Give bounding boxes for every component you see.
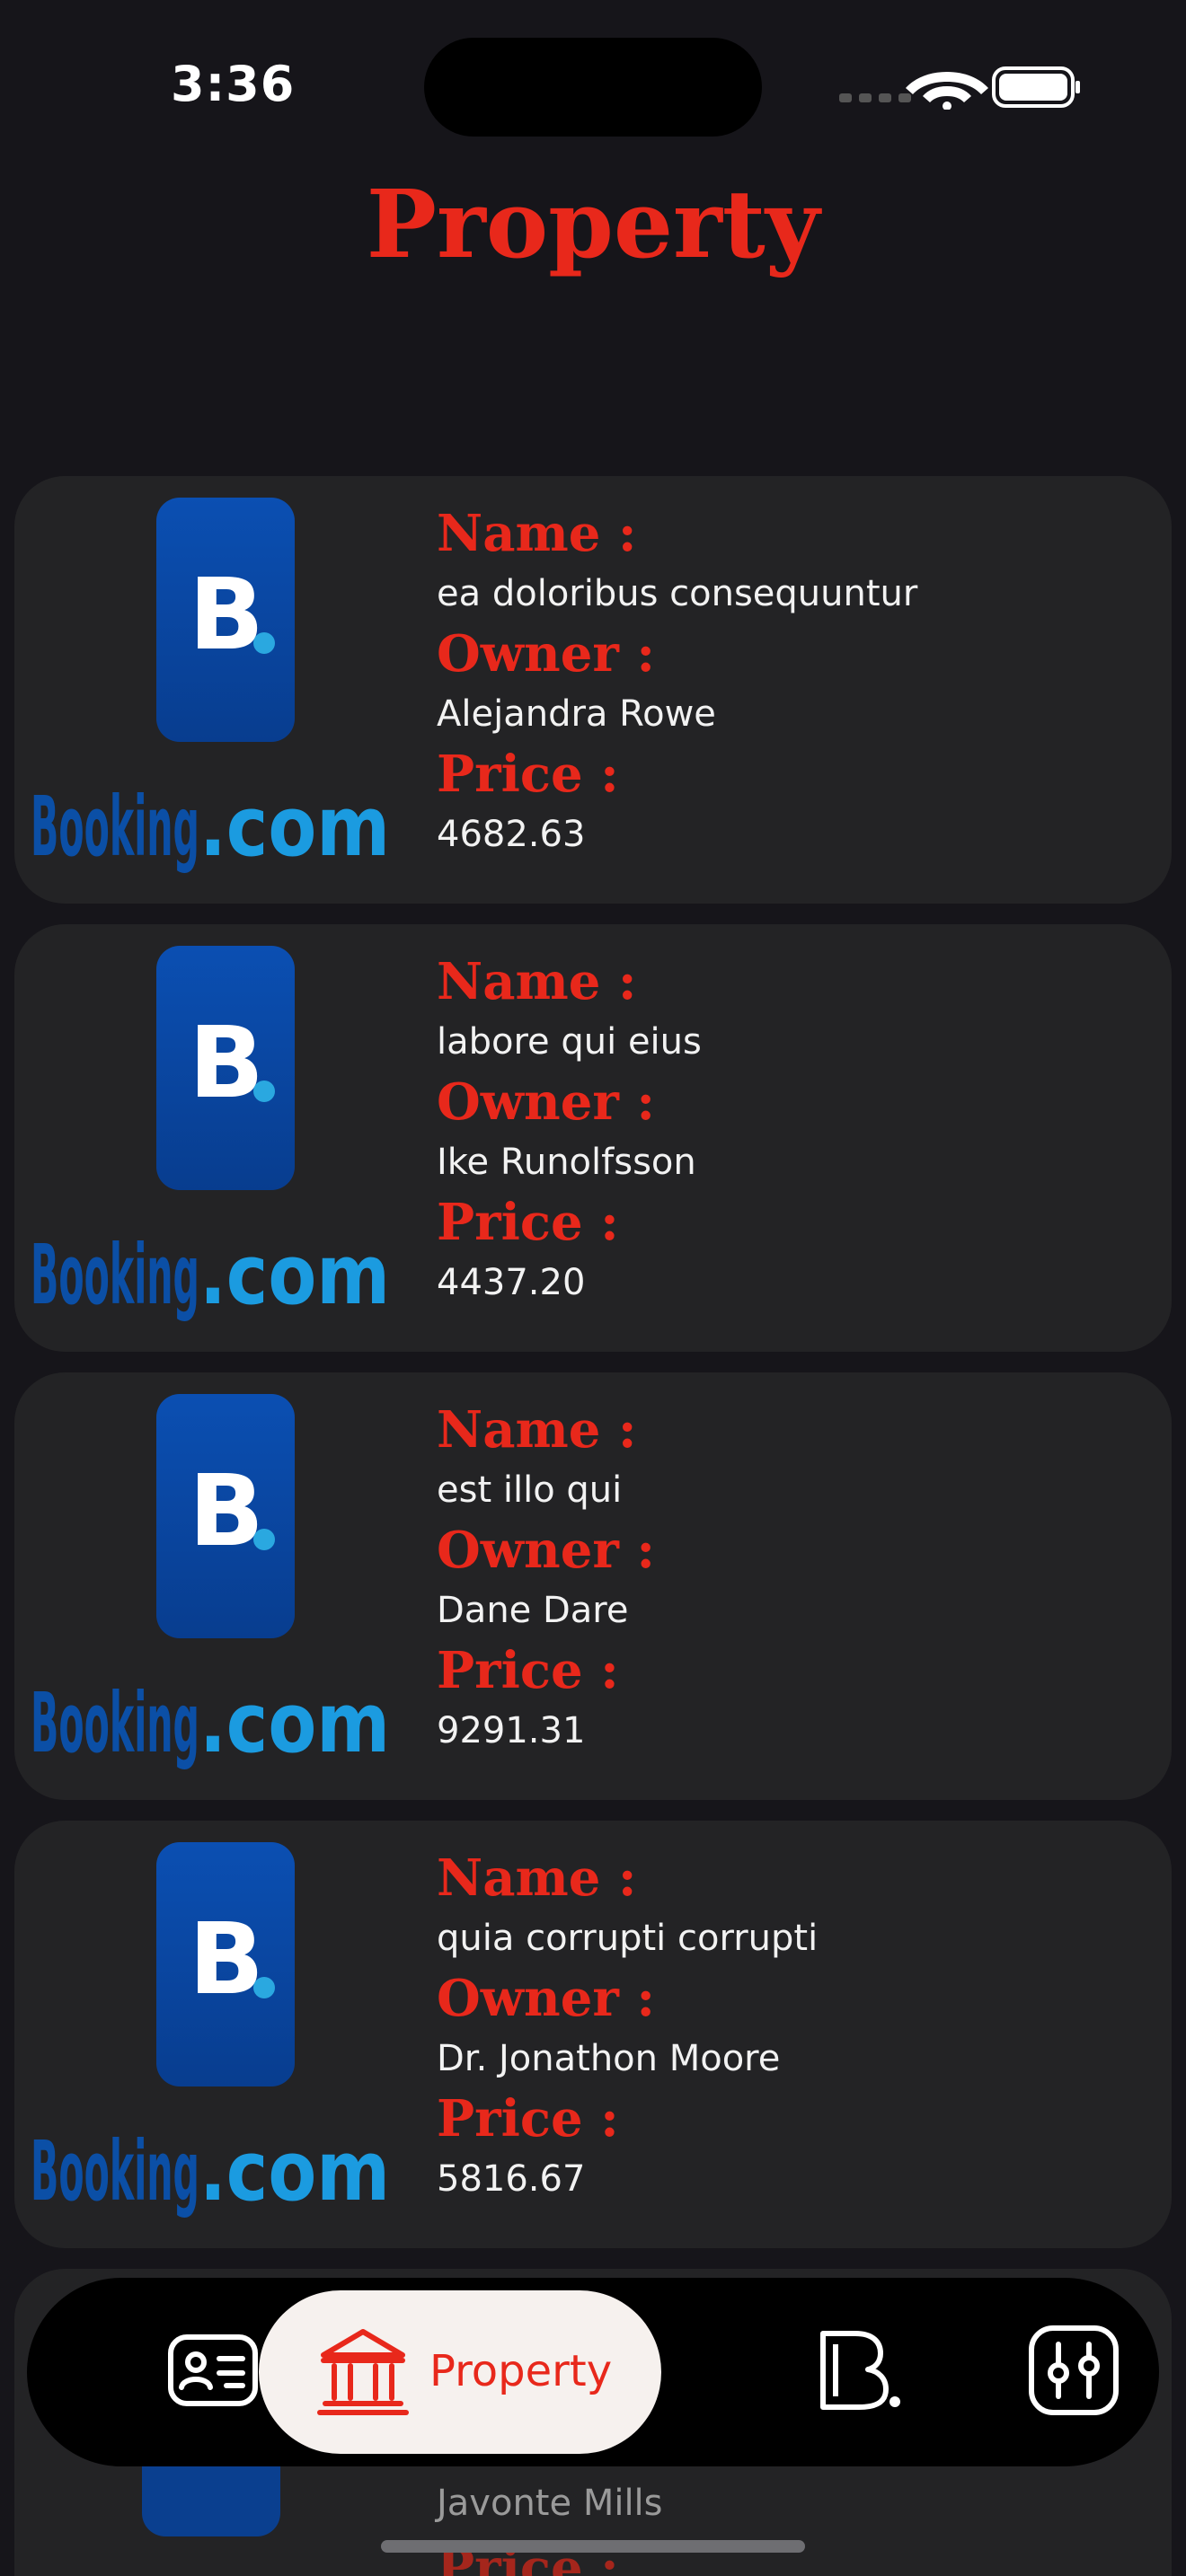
owner-label: Owner : bbox=[437, 1969, 656, 2028]
cellular-signal-icon bbox=[839, 93, 911, 102]
svg-text:Booking: Booking bbox=[31, 779, 199, 875]
property-price: 4682.63 bbox=[437, 814, 586, 855]
name-label: Name : bbox=[437, 952, 637, 1011]
home-indicator bbox=[381, 2540, 805, 2553]
property-price: 4437.20 bbox=[437, 1262, 586, 1303]
property-owner: Dane Dare bbox=[437, 1590, 629, 1631]
property-owner: Dr. Jonathon Moore bbox=[437, 2038, 781, 2079]
price-label: Price : bbox=[437, 745, 619, 804]
status-icons bbox=[839, 65, 1082, 110]
name-label: Name : bbox=[437, 1400, 637, 1460]
status-time: 3:36 bbox=[171, 56, 296, 112]
page-title: Property bbox=[366, 169, 820, 279]
property-screen: 3:36 Property B Booking .com Name: ea d… bbox=[0, 0, 1186, 2576]
property-price: 9291.31 bbox=[437, 1710, 586, 1751]
sliders-icon bbox=[1029, 2325, 1119, 2415]
property-owner: Javonte Mills bbox=[437, 2483, 663, 2524]
svg-text:Booking: Booking bbox=[31, 1227, 199, 1323]
dynamic-island bbox=[424, 38, 762, 137]
property-card[interactable]: B Booking .com Name : ea doloribus conse… bbox=[14, 476, 1172, 904]
svg-text:B: B bbox=[189, 1901, 264, 2016]
svg-text:B: B bbox=[189, 1005, 264, 1120]
property-card[interactable]: B Booking .com Name : quia corrupti corr… bbox=[14, 1821, 1172, 2248]
bank-icon bbox=[317, 2329, 409, 2415]
property-name: quia corrupti corrupti bbox=[437, 1918, 819, 1959]
booking-logo: B Booking .com bbox=[31, 498, 390, 893]
booking-b-icon bbox=[820, 2331, 900, 2410]
svg-text:.com: .com bbox=[199, 1675, 390, 1771]
property-name: labore qui eius bbox=[437, 1021, 702, 1063]
tab-settings[interactable] bbox=[1024, 2321, 1123, 2420]
property-card[interactable]: B Booking .com Name : labore qui eius Ow… bbox=[14, 924, 1172, 1352]
property-owner: Ike Runolfsson bbox=[437, 1142, 696, 1183]
property-owner: Alejandra Rowe bbox=[437, 693, 716, 735]
owner-label: Owner : bbox=[437, 624, 656, 684]
svg-text:.com: .com bbox=[199, 2123, 390, 2219]
svg-text:.com: .com bbox=[199, 779, 390, 875]
id-card-icon bbox=[168, 2334, 258, 2406]
owner-label: Owner : bbox=[437, 1521, 656, 1580]
wifi-icon bbox=[906, 72, 988, 110]
svg-text:B: B bbox=[189, 1453, 264, 1568]
booking-logo: B Booking .com bbox=[31, 1842, 390, 2237]
property-name: ea doloribus consequuntur bbox=[437, 573, 918, 614]
price-label: Price : bbox=[437, 2089, 619, 2148]
name-label: Name : bbox=[437, 504, 637, 563]
booking-logo bbox=[142, 2461, 280, 2536]
price-label: Price : bbox=[437, 1193, 619, 1252]
tab-profile[interactable] bbox=[164, 2321, 262, 2420]
tab-bar: Property bbox=[27, 2278, 1159, 2466]
tab-property[interactable]: Property bbox=[259, 2290, 661, 2454]
booking-logo: B Booking .com bbox=[31, 1394, 390, 1789]
svg-text:Booking: Booking bbox=[31, 1675, 199, 1771]
tab-booking[interactable] bbox=[805, 2321, 904, 2420]
name-label: Name : bbox=[437, 1848, 637, 1908]
battery-icon bbox=[992, 66, 1080, 108]
svg-text:.com: .com bbox=[199, 1227, 390, 1323]
property-name: est illo qui bbox=[437, 1469, 623, 1511]
tab-property-label: Property bbox=[429, 2346, 613, 2396]
owner-label: Owner : bbox=[437, 1072, 656, 1132]
price-label: Price : bbox=[437, 1641, 619, 1700]
booking-logo: B Booking .com bbox=[31, 946, 390, 1341]
property-price: 5816.67 bbox=[437, 2158, 586, 2200]
svg-text:B: B bbox=[189, 557, 264, 672]
property-card[interactable]: B Booking .com Name : est illo qui Owner… bbox=[14, 1372, 1172, 1800]
svg-text:Booking: Booking bbox=[31, 2123, 199, 2219]
